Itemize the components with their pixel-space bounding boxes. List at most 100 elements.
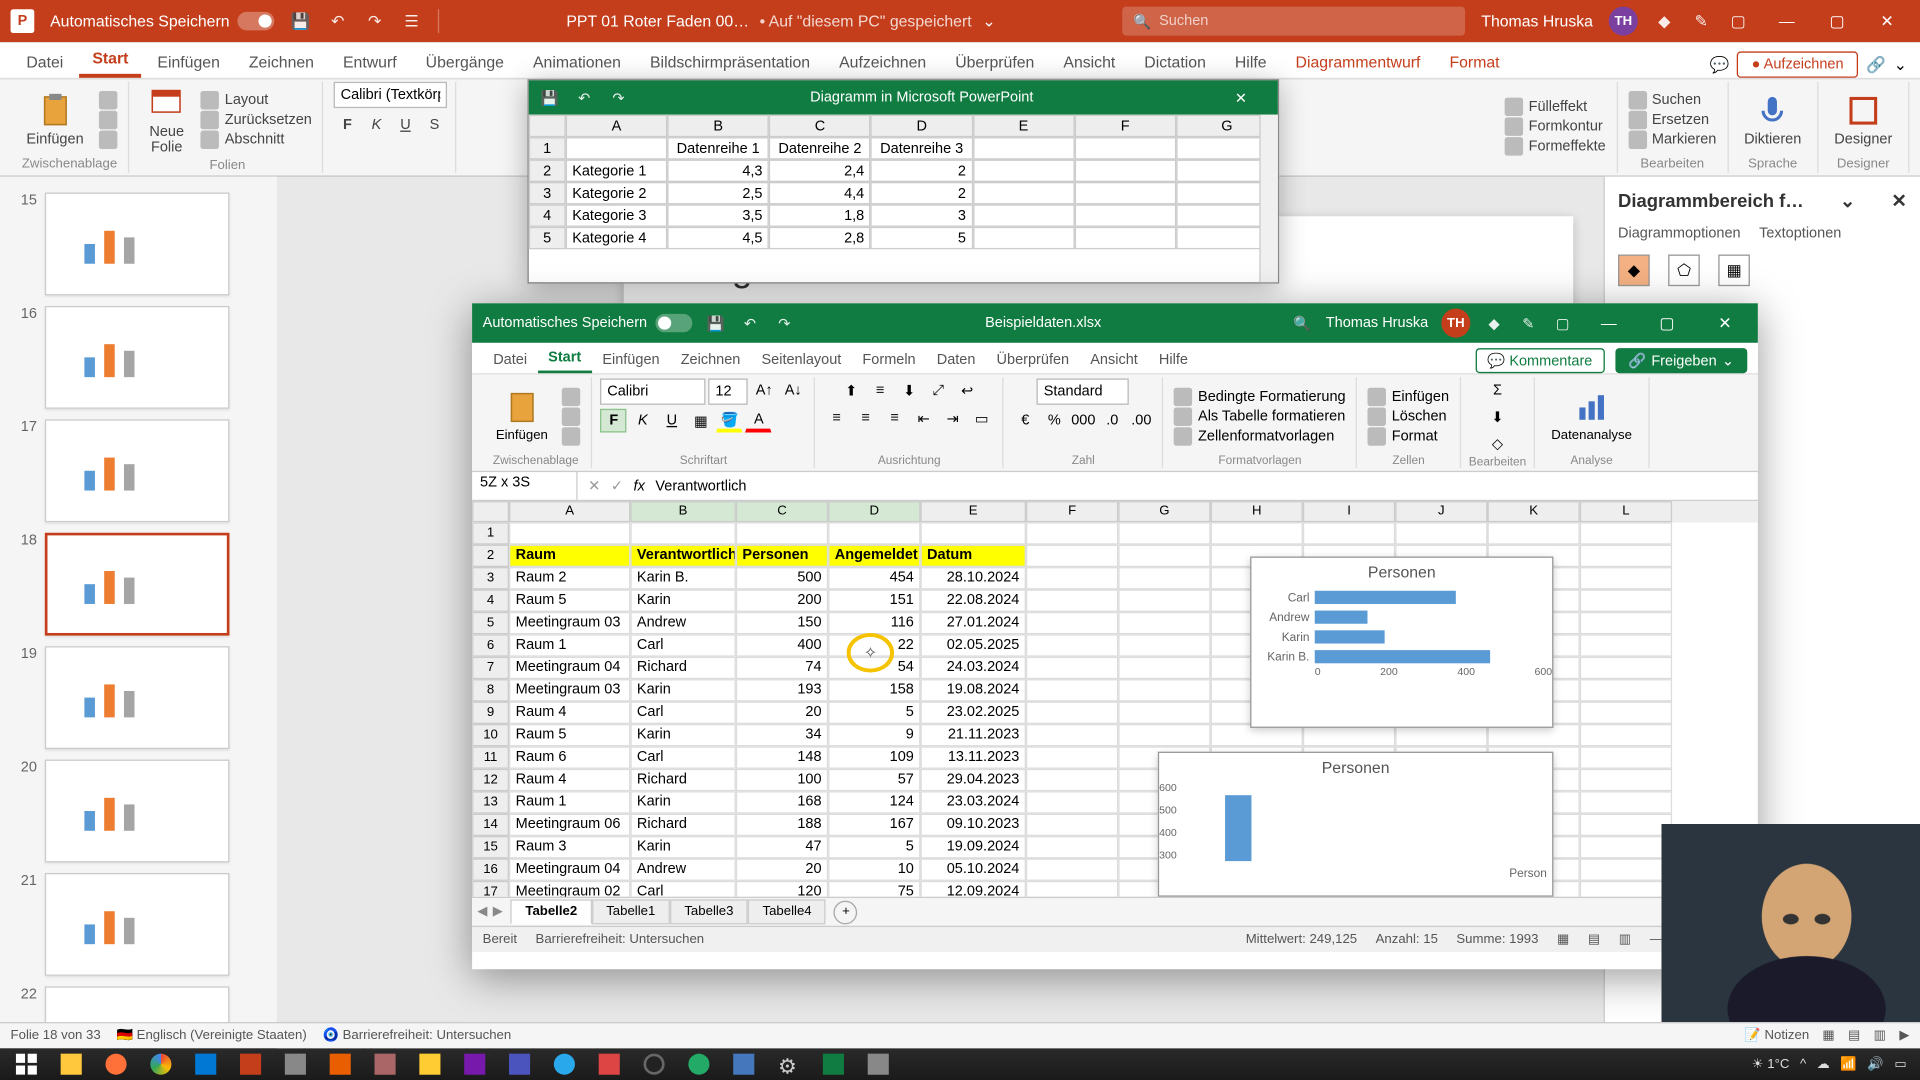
telegram-icon[interactable] (543, 1050, 585, 1079)
tab-format[interactable]: Format (1436, 46, 1513, 78)
xl-format-button[interactable]: Format (1365, 427, 1451, 445)
share-icon[interactable]: 🔗 (1866, 55, 1886, 73)
formeffekte-button[interactable]: Formeffekte (1502, 137, 1608, 155)
shrink-font-icon[interactable]: A↓ (780, 378, 806, 402)
xl-löschen-button[interactable]: Löschen (1365, 407, 1451, 425)
xl-tab-formeln[interactable]: Formeln (852, 347, 926, 373)
font-color-button[interactable]: A (746, 409, 772, 433)
dropdown-icon[interactable]: ⌄ (1840, 190, 1855, 212)
sheet-prev-icon[interactable]: ◀ (477, 905, 487, 920)
dictate-button[interactable]: Diktieren (1736, 89, 1809, 150)
start-button[interactable] (5, 1050, 47, 1079)
view-normal-icon[interactable]: ▦ (1557, 932, 1569, 947)
border-button[interactable]: ▦ (688, 409, 714, 433)
redo-icon[interactable]: ↷ (608, 87, 629, 108)
effects-icon[interactable]: ⬠ (1668, 255, 1700, 287)
app-icon[interactable] (857, 1050, 899, 1079)
tab-dictation[interactable]: Dictation (1131, 46, 1219, 78)
maximize-button[interactable]: ▢ (1644, 310, 1689, 336)
xl-tab-einfügen[interactable]: Einfügen (592, 347, 670, 373)
window-icon[interactable]: ▢ (1727, 11, 1748, 32)
xl-user-avatar[interactable]: TH (1441, 309, 1470, 338)
sheet-next-icon[interactable]: ▶ (493, 905, 503, 920)
app-icon[interactable] (588, 1050, 630, 1079)
xl-tab-ansicht[interactable]: Ansicht (1080, 347, 1149, 373)
redo-icon[interactable]: ↷ (774, 313, 795, 334)
volume-icon[interactable]: 🔊 (1867, 1057, 1883, 1072)
view-break-icon[interactable]: ▥ (1619, 932, 1631, 947)
fill-icon[interactable]: ⬇ (1484, 405, 1510, 429)
thumb-slide-15[interactable]: 15 (11, 193, 267, 296)
powerpoint-icon[interactable] (229, 1050, 271, 1079)
underline-button[interactable]: U (659, 409, 685, 433)
tray-chevron-icon[interactable]: ^ (1800, 1057, 1806, 1072)
view-reading-icon[interactable]: ▥ (1874, 1029, 1886, 1044)
hbar-chart[interactable]: Personen CarlAndrewKarinKarin B. 0200400… (1250, 556, 1553, 727)
xl-grid[interactable]: ABCDEFGHIJKL ✧ Personen CarlAndrewKarinK… (472, 501, 1758, 897)
tab-start[interactable]: Start (79, 42, 141, 78)
dec-inc-icon[interactable]: .0 (1099, 409, 1125, 433)
fx-icon[interactable]: fx (634, 478, 645, 494)
xl-fontsize-select[interactable] (709, 378, 749, 404)
minimize-button[interactable]: — (1586, 310, 1631, 336)
bold-button[interactable]: F (601, 409, 627, 433)
italic-button[interactable]: K (363, 113, 389, 137)
app-icon[interactable] (723, 1050, 765, 1079)
xl-einfügen-button[interactable]: Einfügen (1365, 387, 1451, 405)
save-icon[interactable]: 💾 (705, 313, 726, 334)
tab-entwurf[interactable]: Entwurf (330, 46, 410, 78)
add-sheet-button[interactable]: + (834, 900, 858, 924)
view-normal-icon[interactable]: ▦ (1822, 1029, 1834, 1044)
tab-zeichnen[interactable]: Zeichnen (236, 46, 327, 78)
thumb-slide-17[interactable]: 17 (11, 419, 267, 522)
cancel-icon[interactable]: ✕ (588, 477, 600, 494)
redo-icon[interactable]: ↷ (364, 11, 385, 32)
maximize-button[interactable]: ▢ (1815, 8, 1860, 34)
share-button[interactable]: 🔗 Freigeben ⌄ (1615, 348, 1747, 373)
wrap-icon[interactable]: ↩ (954, 378, 980, 402)
save-icon[interactable]: 💾 (290, 11, 311, 32)
tab-diagrammentwurf[interactable]: Diagrammentwurf (1282, 46, 1433, 78)
copy-button[interactable] (560, 407, 584, 425)
undo-icon[interactable]: ↶ (739, 313, 760, 334)
als-tabelle-formatieren-button[interactable]: Als Tabelle formatieren (1172, 407, 1349, 425)
markieren-button[interactable]: Markieren (1626, 130, 1720, 148)
section-button[interactable]: Abschnitt (198, 131, 314, 149)
pen-icon[interactable]: ✎ (1518, 313, 1539, 334)
diamond-icon[interactable]: ◆ (1484, 313, 1505, 334)
undo-icon[interactable]: ↶ (574, 87, 595, 108)
close-button[interactable]: ✕ (1215, 89, 1268, 106)
weather-widget[interactable]: ☀ 1°C (1752, 1057, 1790, 1072)
number-format-select[interactable] (1037, 378, 1129, 404)
save-icon[interactable]: 💾 (539, 87, 560, 108)
align-top-icon[interactable]: ⬆ (838, 378, 864, 402)
suchen-button[interactable]: Suchen (1626, 90, 1720, 108)
explorer-icon[interactable] (50, 1050, 92, 1079)
align-mid-icon[interactable]: ≡ (867, 378, 893, 402)
pp-font-select[interactable] (334, 82, 447, 108)
close-button[interactable]: ✕ (1702, 310, 1747, 336)
dec-dec-icon[interactable]: .00 (1128, 409, 1154, 433)
xl-tab-zeichnen[interactable]: Zeichnen (670, 347, 751, 373)
confirm-icon[interactable]: ✓ (611, 477, 623, 494)
xl-tab-überprüfen[interactable]: Überprüfen (986, 347, 1080, 373)
thumb-slide-19[interactable]: 19 (11, 646, 267, 749)
doc-title[interactable]: PPT 01 Roter Faden 00… (566, 12, 749, 30)
merge-icon[interactable]: ▭ (969, 406, 995, 430)
copy-button[interactable] (97, 110, 121, 128)
pen-icon[interactable]: ✎ (1691, 11, 1712, 32)
painter-button[interactable] (560, 427, 584, 445)
record-button[interactable]: ● Aufzeichnen (1737, 51, 1858, 77)
app-icon[interactable] (364, 1050, 406, 1079)
data-analysis-button[interactable]: Datenanalyse (1543, 386, 1639, 445)
clear-icon[interactable]: ◇ (1484, 431, 1510, 455)
col-chart[interactable]: Personen 600500400300 Person (1158, 752, 1554, 897)
view-sorter-icon[interactable]: ▤ (1848, 1029, 1860, 1044)
onedrive-icon[interactable]: ☁ (1817, 1057, 1830, 1072)
user-name[interactable]: Thomas Hruska (1481, 12, 1593, 30)
tab-übergänge[interactable]: Übergänge (412, 46, 517, 78)
align-right-icon[interactable]: ≡ (882, 406, 908, 430)
tab-aufzeichnen[interactable]: Aufzeichnen (826, 46, 939, 78)
comma-icon[interactable]: 000 (1070, 409, 1096, 433)
indent-inc-icon[interactable]: ⇥ (940, 406, 966, 430)
